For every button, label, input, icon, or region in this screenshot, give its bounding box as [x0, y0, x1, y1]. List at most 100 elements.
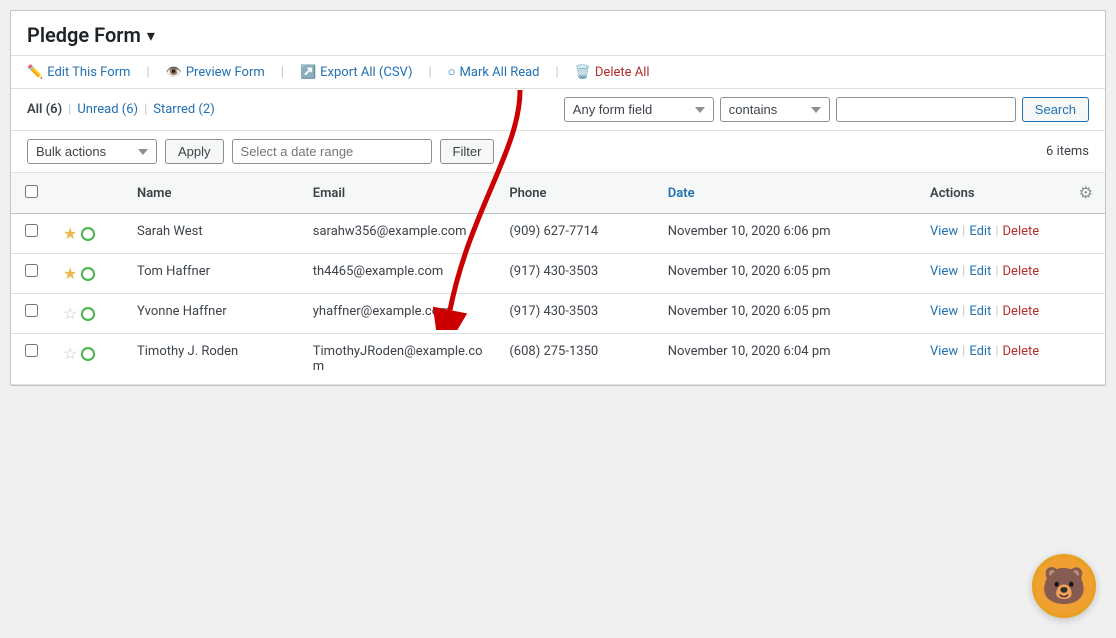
toolbar-sep-1: | — [146, 65, 149, 80]
email-header: Email — [301, 173, 498, 214]
icons-header — [51, 173, 125, 214]
toolbar-sep-2: | — [281, 65, 284, 80]
toolbar-sep-4: | — [556, 65, 559, 80]
condition-select[interactable]: contains is begins with ends with — [720, 97, 830, 122]
tab-all[interactable]: All (6) — [27, 102, 62, 117]
row-icons-cell: ☆ — [51, 294, 125, 334]
tab-starred[interactable]: Starred (2) — [153, 102, 214, 117]
table-row: ☆ Yvonne Haffner yhaffner@example.com (9… — [11, 294, 1105, 334]
entries-table: Name Email Phone Date Actions ⚙ ★ — [11, 173, 1105, 385]
bulk-actions-select[interactable]: Bulk actions Mark as Read Mark as Unread… — [27, 139, 157, 164]
row-checkbox-3[interactable] — [25, 344, 38, 357]
gear-icon-button[interactable]: ⚙ — [1079, 183, 1093, 203]
row-email-0: sarahw356@example.com — [301, 214, 498, 254]
edit-icon: ✏️ — [27, 65, 43, 80]
row-phone-2: (917) 430-3503 — [497, 294, 655, 334]
bear-mascot[interactable]: 🐻 — [1032, 554, 1096, 618]
field-select[interactable]: Any form field Name Email Phone Date — [564, 97, 714, 122]
row-date-3: November 10, 2020 6:04 pm — [656, 334, 918, 385]
mark-read-icon: ○ — [448, 64, 456, 80]
row-actions-3: View | Edit | Delete — [918, 334, 1105, 385]
row-checkbox-1[interactable] — [25, 264, 38, 277]
row-name-3: Timothy J. Roden — [125, 334, 301, 385]
trash-icon: 🗑️ — [575, 65, 591, 80]
edit-link-2[interactable]: Edit — [969, 304, 991, 319]
star-icon-2[interactable]: ☆ — [63, 304, 77, 323]
delete-all-link[interactable]: 🗑️ Delete All — [575, 65, 650, 80]
row-checkbox-cell — [11, 334, 51, 385]
row-date-0: November 10, 2020 6:06 pm — [656, 214, 918, 254]
actions-header: Actions ⚙ — [918, 173, 1105, 213]
export-csv-link[interactable]: ↗️ Export All (CSV) — [300, 65, 413, 80]
select-all-header[interactable] — [11, 173, 51, 214]
delete-link-0[interactable]: Delete — [1003, 224, 1040, 239]
row-checkbox-cell — [11, 254, 51, 294]
tab-unread[interactable]: Unread (6) — [77, 102, 138, 117]
row-checkbox-cell — [11, 294, 51, 334]
row-date-2: November 10, 2020 6:05 pm — [656, 294, 918, 334]
date-header[interactable]: Date — [656, 173, 918, 214]
row-email-2: yhaffner@example.com — [301, 294, 498, 334]
read-icon-0[interactable] — [81, 227, 95, 241]
row-phone-3: (608) 275-1350 — [497, 334, 655, 385]
row-name-1: Tom Haffner — [125, 254, 301, 294]
page-title-chevron[interactable]: ▾ — [147, 26, 155, 45]
bulk-row: Bulk actions Mark as Read Mark as Unread… — [11, 131, 1105, 173]
read-icon-1[interactable] — [81, 267, 95, 281]
delete-link-3[interactable]: Delete — [1003, 344, 1040, 359]
row-actions-1: View | Edit | Delete — [918, 254, 1105, 294]
read-icon-3[interactable] — [81, 347, 95, 361]
export-icon: ↗️ — [300, 65, 316, 80]
row-actions-0: View | Edit | Delete — [918, 214, 1105, 254]
page-title: Pledge Form — [27, 23, 141, 47]
row-checkbox-2[interactable] — [25, 304, 38, 317]
name-header: Name — [125, 173, 301, 214]
star-icon-0[interactable]: ★ — [63, 224, 77, 243]
search-input[interactable] — [836, 97, 1016, 122]
row-email-3: TimothyJRoden@example.com — [301, 334, 498, 385]
read-icon-2[interactable] — [81, 307, 95, 321]
edit-link-0[interactable]: Edit — [969, 224, 991, 239]
filter-button[interactable]: Filter — [440, 139, 495, 164]
table-container: Name Email Phone Date Actions ⚙ ★ — [11, 173, 1105, 385]
row-email-1: th4465@example.com — [301, 254, 498, 294]
row-name-0: Sarah West — [125, 214, 301, 254]
row-icons-cell: ★ — [51, 254, 125, 294]
star-icon-3[interactable]: ☆ — [63, 344, 77, 363]
row-icons-cell: ★ — [51, 214, 125, 254]
star-icon-1[interactable]: ★ — [63, 264, 77, 283]
toolbar-row: ✏️ Edit This Form | 👁️ Preview Form | ↗️… — [11, 56, 1105, 89]
row-checkbox-cell — [11, 214, 51, 254]
view-link-3[interactable]: View — [930, 344, 958, 359]
row-name-2: Yvonne Haffner — [125, 294, 301, 334]
items-count: 6 items — [1046, 144, 1089, 159]
apply-button[interactable]: Apply — [165, 139, 224, 164]
delete-link-2[interactable]: Delete — [1003, 304, 1040, 319]
edit-link-1[interactable]: Edit — [969, 264, 991, 279]
select-all-checkbox[interactable] — [25, 185, 38, 198]
toolbar-sep-3: | — [428, 65, 431, 80]
row-icons-cell: ☆ — [51, 334, 125, 385]
row-checkbox-0[interactable] — [25, 224, 38, 237]
table-row: ☆ Timothy J. Roden TimothyJRoden@example… — [11, 334, 1105, 385]
filter-tabs: All (6) | Unread (6) | Starred (2) — [27, 102, 556, 117]
delete-link-1[interactable]: Delete — [1003, 264, 1040, 279]
date-range-input[interactable] — [232, 139, 432, 164]
row-phone-1: (917) 430-3503 — [497, 254, 655, 294]
preview-form-link[interactable]: 👁️ Preview Form — [166, 65, 265, 80]
row-date-1: November 10, 2020 6:05 pm — [656, 254, 918, 294]
view-link-2[interactable]: View — [930, 304, 958, 319]
view-link-0[interactable]: View — [930, 224, 958, 239]
filter-row: All (6) | Unread (6) | Starred (2) Any f… — [11, 89, 1105, 131]
search-button[interactable]: Search — [1022, 97, 1089, 122]
table-row: ★ Sarah West sarahw356@example.com (909)… — [11, 214, 1105, 254]
preview-icon: 👁️ — [166, 65, 182, 80]
edit-form-link[interactable]: ✏️ Edit This Form — [27, 65, 130, 80]
row-phone-0: (909) 627-7714 — [497, 214, 655, 254]
page-header: Pledge Form ▾ — [11, 11, 1105, 56]
view-link-1[interactable]: View — [930, 264, 958, 279]
row-actions-2: View | Edit | Delete — [918, 294, 1105, 334]
edit-link-3[interactable]: Edit — [969, 344, 991, 359]
mark-all-read-link[interactable]: ○ Mark All Read — [448, 64, 540, 80]
phone-header: Phone — [497, 173, 655, 214]
